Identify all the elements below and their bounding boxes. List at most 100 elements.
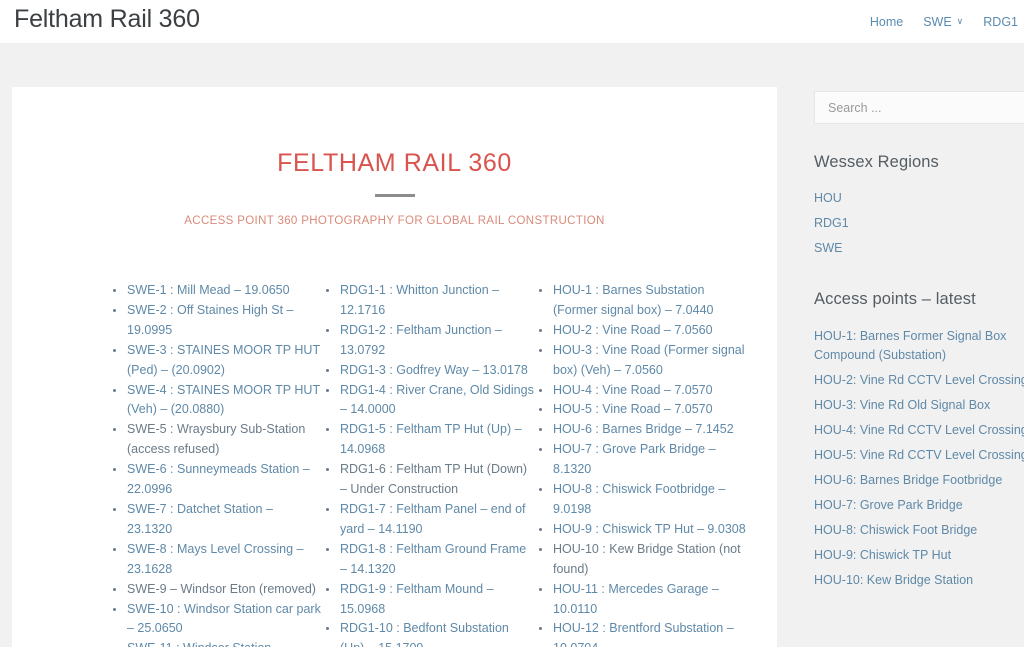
latest-link[interactable]: HOU-2: Vine Rd CCTV Level Crossing	[814, 373, 1024, 387]
latest-link[interactable]: HOU-5: Vine Rd CCTV Level Crossing	[814, 448, 1024, 462]
list-item[interactable]: HOU-6: Barnes Bridge Footbridge	[814, 471, 1024, 496]
search-input[interactable]	[826, 99, 1024, 116]
site-header: Feltham Rail 360 Home SWE ∨ RDG1	[0, 0, 1024, 44]
latest-link[interactable]: HOU-9: Chiswick TP Hut	[814, 548, 951, 562]
region-link-hou[interactable]: HOU	[814, 191, 842, 205]
widget-title: Wessex Regions	[814, 153, 939, 171]
list-item[interactable]: RDG1	[814, 211, 1024, 236]
region-link-rdg1[interactable]: RDG1	[814, 216, 849, 230]
access-point-link[interactable]: HOU-11 : Mercedes Garage – 10.0110	[553, 582, 719, 616]
site-title[interactable]: Feltham Rail 360	[14, 5, 200, 34]
access-point-link[interactable]: RDG1-5 : Feltham TP Hut (Up) – 14.0968	[340, 422, 522, 456]
nav-item-rdg1[interactable]: RDG1	[983, 15, 1018, 29]
list-item[interactable]: HOU-1 : Barnes Substation (Former signal…	[534, 281, 747, 321]
access-point-link[interactable]: HOU-1 : Barnes Substation (Former signal…	[553, 283, 714, 317]
access-point-link[interactable]: HOU-9 : Chiswick TP Hut – 9.0308	[553, 522, 746, 536]
access-point-link[interactable]: HOU-12 : Brentford Substation – 10.0704	[553, 621, 734, 647]
list-item[interactable]: RDG1-8 : Feltham Ground Frame – 14.1320	[321, 540, 534, 580]
access-point-link[interactable]: RDG1-8 : Feltham Ground Frame – 14.1320	[340, 542, 526, 576]
access-point-link[interactable]: RDG1-10 : Bedfont Substation (Up) – 15.1…	[340, 621, 509, 647]
list-item[interactable]: HOU-1: Barnes Former Signal Box Compound…	[814, 327, 1024, 371]
list-item[interactable]: SWE	[814, 236, 1024, 261]
list-item[interactable]: RDG1-5 : Feltham TP Hut (Up) – 14.0968	[321, 420, 534, 460]
list-item[interactable]: SWE-7 : Datchet Station – 23.1320	[108, 500, 321, 540]
access-point-link[interactable]: SWE-8 : Mays Level Crossing – 23.1628	[127, 542, 303, 576]
list-item[interactable]: HOU-9 : Chiswick TP Hut – 9.0308	[534, 520, 747, 540]
list-item: RDG1-6 : Feltham TP Hut (Down) – Under C…	[321, 460, 534, 500]
list-item[interactable]: SWE-11 : Windsor Station	[108, 639, 321, 647]
list-item[interactable]: SWE-2 : Off Staines High St – 19.0995	[108, 301, 321, 341]
widget-title: Access points – latest	[814, 290, 976, 308]
list-item[interactable]: SWE-4 : STAINES MOOR TP HUT (Veh) – (20.…	[108, 381, 321, 421]
access-point-link[interactable]: HOU-7 : Grove Park Bridge – 8.1320	[553, 442, 716, 476]
access-point-link[interactable]: HOU-8 : Chiswick Footbridge – 9.0198	[553, 482, 725, 516]
list-item[interactable]: HOU-10: Kew Bridge Station	[814, 571, 1024, 596]
list-item[interactable]: HOU-5 : Vine Road – 7.0570	[534, 400, 747, 420]
list-item[interactable]: HOU-7: Grove Park Bridge	[814, 496, 1024, 521]
nav-item-home[interactable]: Home	[870, 15, 903, 29]
latest-link[interactable]: HOU-3: Vine Rd Old Signal Box	[814, 398, 990, 412]
list-item[interactable]: SWE-3 : STAINES MOOR TP HUT (Ped) – (20.…	[108, 341, 321, 381]
list-item[interactable]: HOU-2: Vine Rd CCTV Level Crossing	[814, 371, 1024, 396]
latest-link[interactable]: HOU-7: Grove Park Bridge	[814, 498, 963, 512]
access-point-link[interactable]: HOU-2 : Vine Road – 7.0560	[553, 323, 713, 337]
latest-link[interactable]: HOU-10: Kew Bridge Station	[814, 573, 973, 587]
access-point-link[interactable]: HOU-6 : Barnes Bridge – 7.1452	[553, 422, 734, 436]
access-point-link[interactable]: RDG1-1 : Whitton Junction – 12.1716	[340, 283, 499, 317]
list-item[interactable]: HOU-12 : Brentford Substation – 10.0704	[534, 619, 747, 647]
access-point-link[interactable]: SWE-2 : Off Staines High St – 19.0995	[127, 303, 294, 337]
list-item[interactable]: RDG1-2 : Feltham Junction – 13.0792	[321, 321, 534, 361]
search-box[interactable]	[814, 91, 1024, 124]
list-item[interactable]: RDG1-1 : Whitton Junction – 12.1716	[321, 281, 534, 321]
latest-link[interactable]: HOU-1: Barnes Former Signal Box Compound…	[814, 329, 1006, 362]
access-point-link[interactable]: HOU-4 : Vine Road – 7.0570	[553, 383, 713, 397]
list-item[interactable]: RDG1-9 : Feltham Mound – 15.0968	[321, 580, 534, 620]
list-item[interactable]: HOU-5: Vine Rd CCTV Level Crossing	[814, 446, 1024, 471]
list-item[interactable]: RDG1-10 : Bedfont Substation (Up) – 15.1…	[321, 619, 534, 647]
list-item[interactable]: HOU-11 : Mercedes Garage – 10.0110	[534, 580, 747, 620]
page-subtitle: ACCESS POINT 360 PHOTOGRAPHY FOR GLOBAL …	[184, 215, 605, 227]
list-item[interactable]: RDG1-4 : River Crane, Old Sidings – 14.0…	[321, 381, 534, 421]
list-item[interactable]: HOU-4 : Vine Road – 7.0570	[534, 381, 747, 401]
access-point-link[interactable]: SWE-6 : Sunneymeads Station – 22.0996	[127, 462, 310, 496]
latest-link[interactable]: HOU-8: Chiswick Foot Bridge	[814, 523, 977, 537]
list-item[interactable]: HOU-6 : Barnes Bridge – 7.1452	[534, 420, 747, 440]
sidebar: Wessex Regions HOU RDG1 SWE Access point…	[814, 91, 1024, 596]
access-point-link[interactable]: RDG1-4 : River Crane, Old Sidings – 14.0…	[340, 383, 534, 417]
list-item[interactable]: SWE-6 : Sunneymeads Station – 22.0996	[108, 460, 321, 500]
latest-link[interactable]: HOU-4: Vine Rd CCTV Level Crossing	[814, 423, 1024, 437]
list-item[interactable]: RDG1-7 : Feltham Panel – end of yard – 1…	[321, 500, 534, 540]
access-point-link[interactable]: HOU-5 : Vine Road – 7.0570	[553, 402, 713, 416]
list-item: HOU-10 : Kew Bridge Station (not found)	[534, 540, 747, 580]
access-point-link[interactable]: SWE-3 : STAINES MOOR TP HUT (Ped) – (20.…	[127, 343, 320, 377]
access-point-link[interactable]: SWE-1 : Mill Mead – 19.0650	[127, 283, 290, 297]
nav-item-label: RDG1	[983, 15, 1018, 29]
list-item[interactable]: HOU-2 : Vine Road – 7.0560	[534, 321, 747, 341]
access-point-link[interactable]: RDG1-2 : Feltham Junction – 13.0792	[340, 323, 502, 357]
access-point-link[interactable]: RDG1-9 : Feltham Mound – 15.0968	[340, 582, 494, 616]
access-point-link[interactable]: SWE-11 : Windsor Station	[127, 641, 271, 647]
latest-link[interactable]: HOU-6: Barnes Bridge Footbridge	[814, 473, 1002, 487]
access-point-link[interactable]: HOU-3 : Vine Road (Former signal box) (V…	[553, 343, 745, 377]
access-point-link[interactable]: SWE-4 : STAINES MOOR TP HUT (Veh) – (20.…	[127, 383, 320, 417]
list-item[interactable]: HOU-4: Vine Rd CCTV Level Crossing	[814, 421, 1024, 446]
list-item: SWE-9 – Windsor Eton (removed)	[108, 580, 321, 600]
list-item[interactable]: HOU-8 : Chiswick Footbridge – 9.0198	[534, 480, 747, 520]
list-item: SWE-5 : Wraysbury Sub-Station (access re…	[108, 420, 321, 460]
list-item[interactable]: HOU-3: Vine Rd Old Signal Box	[814, 396, 1024, 421]
access-point-link[interactable]: SWE-7 : Datchet Station – 23.1320	[127, 502, 273, 536]
list-item[interactable]: HOU-9: Chiswick TP Hut	[814, 546, 1024, 571]
list-item[interactable]: RDG1-3 : Godfrey Way – 13.0178	[321, 361, 534, 381]
list-item[interactable]: HOU-3 : Vine Road (Former signal box) (V…	[534, 341, 747, 381]
list-item[interactable]: SWE-8 : Mays Level Crossing – 23.1628	[108, 540, 321, 580]
access-point-link[interactable]: SWE-10 : Windsor Station car park – 25.0…	[127, 602, 321, 636]
list-item[interactable]: SWE-1 : Mill Mead – 19.0650	[108, 281, 321, 301]
list-item[interactable]: HOU-7 : Grove Park Bridge – 8.1320	[534, 440, 747, 480]
nav-item-swe[interactable]: SWE ∨	[923, 15, 963, 29]
access-point-link[interactable]: RDG1-7 : Feltham Panel – end of yard – 1…	[340, 502, 526, 536]
access-point-link[interactable]: RDG1-3 : Godfrey Way – 13.0178	[340, 363, 528, 377]
list-item[interactable]: HOU	[814, 186, 1024, 211]
list-item[interactable]: HOU-8: Chiswick Foot Bridge	[814, 521, 1024, 546]
list-item[interactable]: SWE-10 : Windsor Station car park – 25.0…	[108, 600, 321, 640]
region-link-swe[interactable]: SWE	[814, 241, 842, 255]
